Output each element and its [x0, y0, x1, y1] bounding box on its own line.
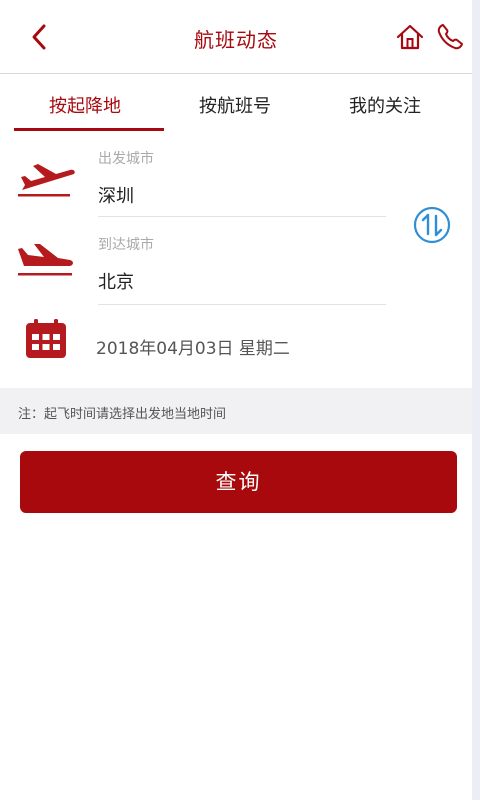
home-icon[interactable]	[395, 22, 425, 52]
flight-status-page: 航班动态 按起降地 按航班号 我的关注 出发城市 深圳 到达城市 北京 2018…	[0, 0, 472, 800]
plane-takeoff-icon	[18, 164, 75, 197]
phone-icon[interactable]	[435, 22, 465, 52]
swap-icon[interactable]	[412, 205, 452, 245]
arrival-divider	[98, 304, 386, 305]
tab-by-route[interactable]: 按起降地	[49, 92, 121, 118]
query-button[interactable]: 查询	[20, 451, 457, 513]
departure-city-label: 出发城市	[98, 151, 154, 167]
arrival-city-field[interactable]: 北京	[98, 268, 134, 294]
departure-divider	[98, 216, 386, 217]
tab-my-follows[interactable]: 我的关注	[349, 92, 421, 118]
departure-city-field[interactable]: 深圳	[98, 182, 134, 208]
plane-landing-icon	[18, 244, 73, 276]
active-tab-indicator	[14, 128, 164, 131]
app-header: 航班动态	[0, 0, 472, 74]
note-bar: 注：起飞时间请选择出发地当地时间	[0, 388, 472, 434]
calendar-icon[interactable]	[24, 318, 68, 360]
tab-by-flight-number[interactable]: 按航班号	[199, 92, 271, 118]
arrival-city-label: 到达城市	[98, 237, 154, 253]
note-text: 注：起飞时间请选择出发地当地时间	[18, 407, 227, 422]
search-mode-tabs: 按起降地 按航班号 我的关注	[0, 74, 472, 132]
departure-date-field[interactable]: 2018年04月03日 星期二	[96, 334, 290, 359]
page-edge	[472, 0, 480, 800]
